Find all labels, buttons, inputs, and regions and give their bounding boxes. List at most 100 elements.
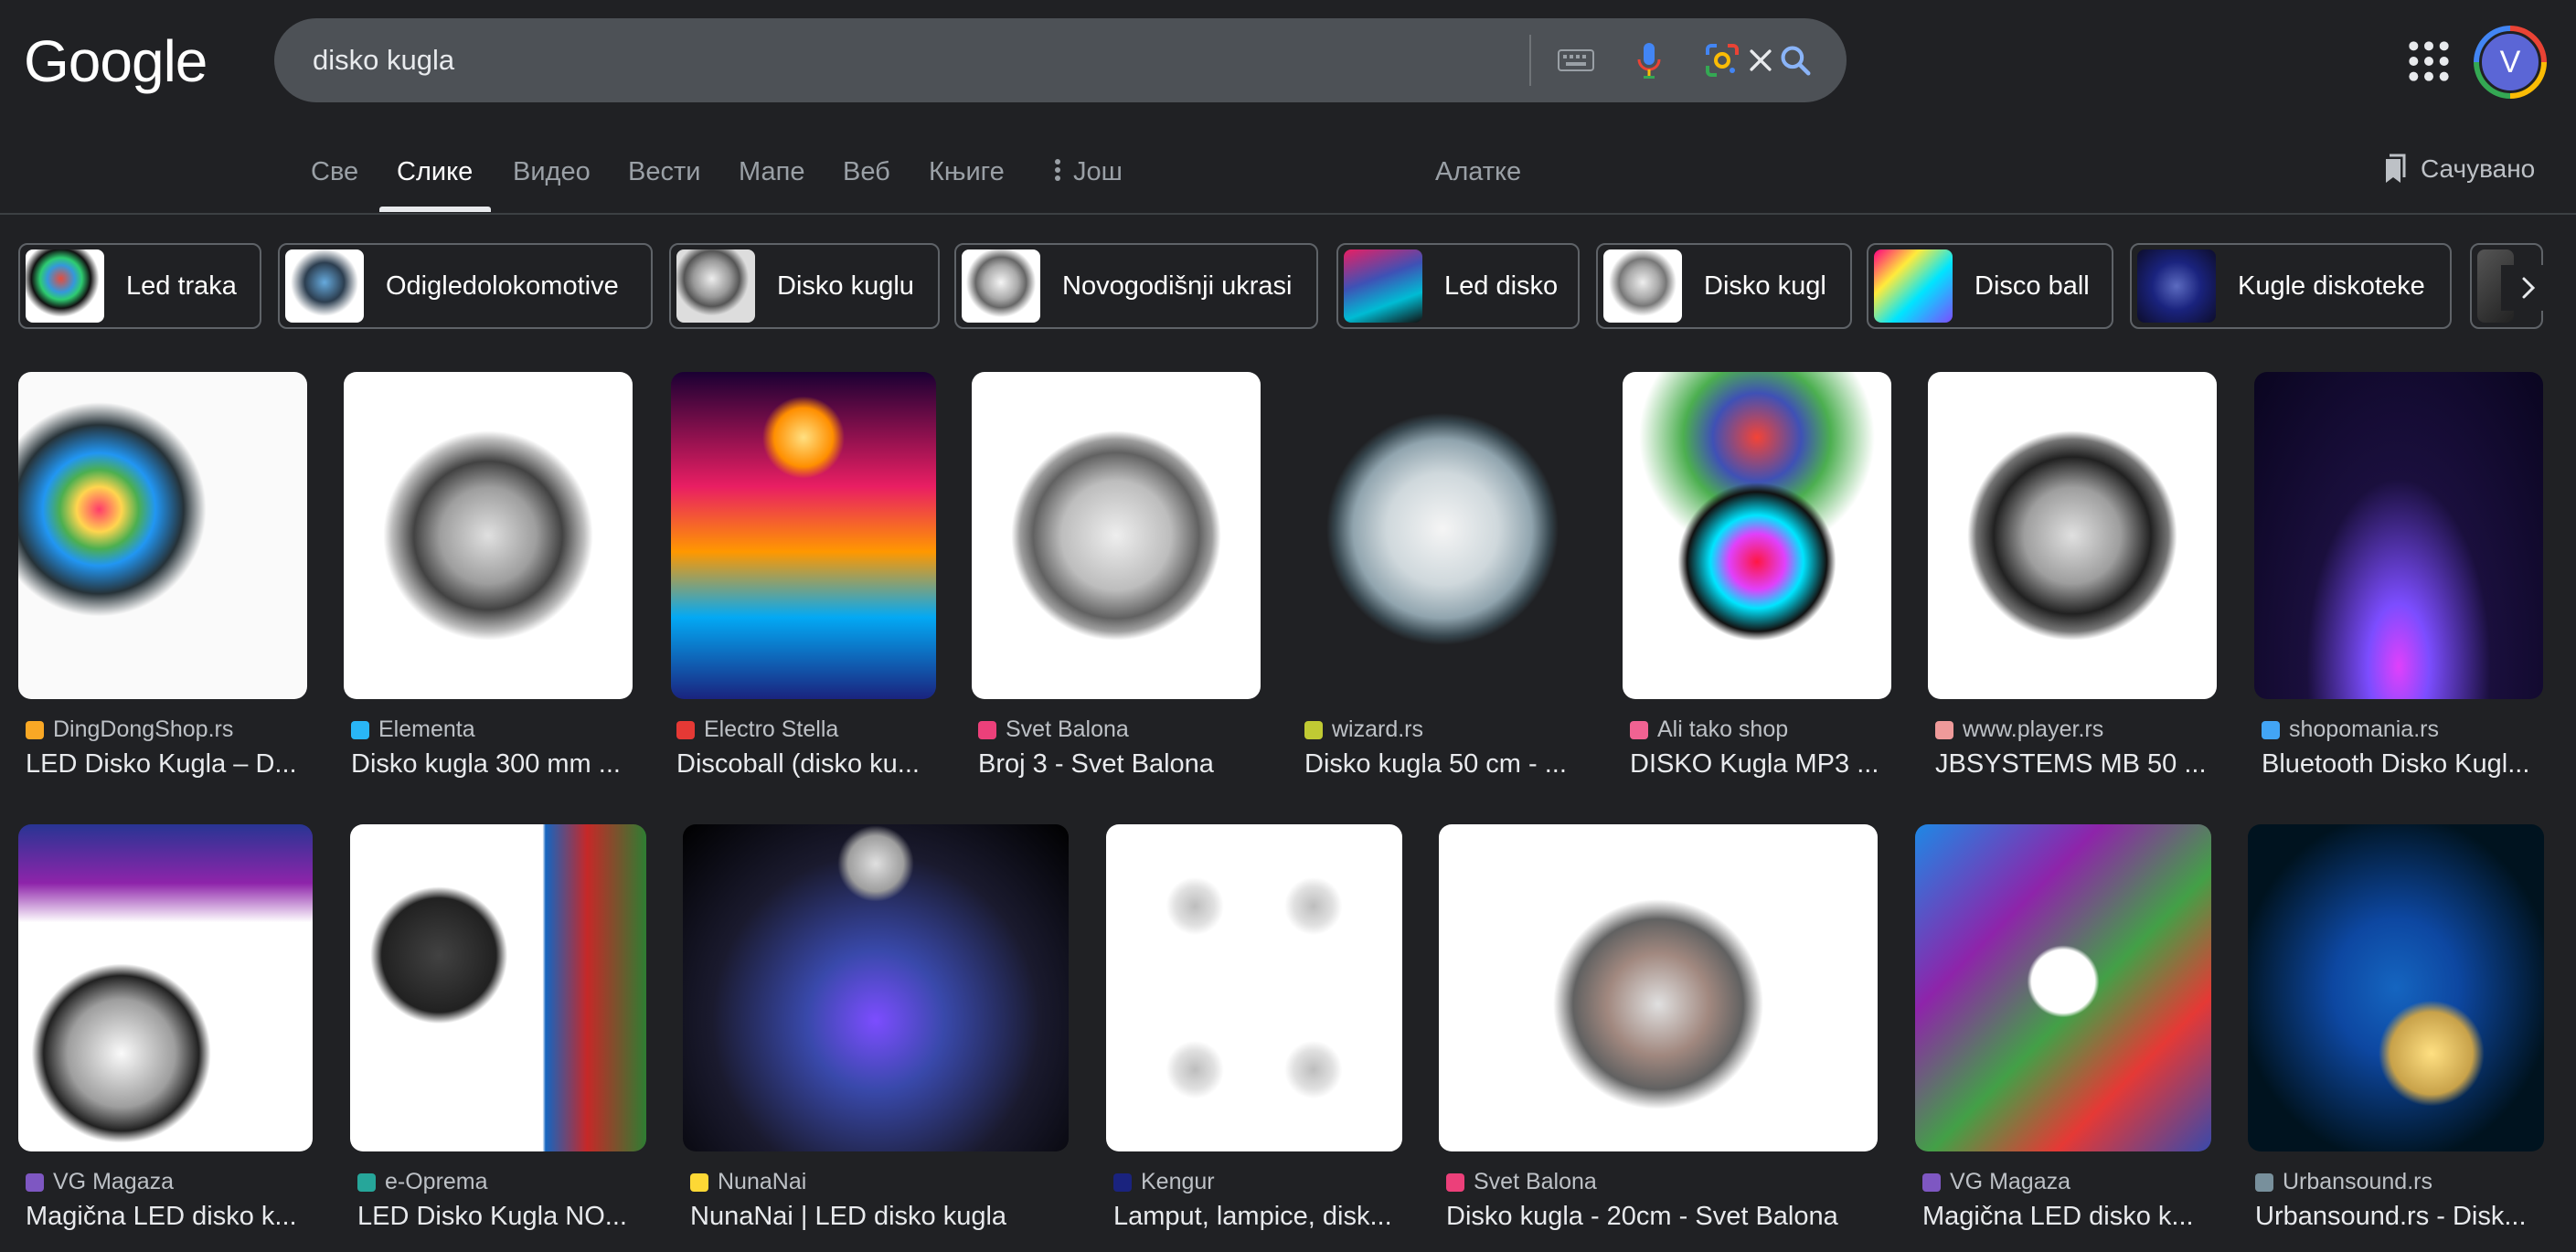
result-image[interactable]	[671, 372, 936, 699]
tab-books[interactable]: Књиге	[929, 157, 1005, 187]
google-logo[interactable]: Google	[24, 27, 208, 95]
result-title[interactable]: Magična LED disko k...	[26, 1202, 297, 1232]
related-chip[interactable]: Led disko	[1336, 243, 1580, 329]
tab-more[interactable]: Још	[1053, 157, 1123, 187]
result-image[interactable]	[18, 372, 307, 699]
result-image[interactable]	[2254, 372, 2543, 699]
result-title[interactable]: JBSYSTEMS MB 50 ...	[1935, 749, 2207, 780]
result-source[interactable]: VG Magaza	[1922, 1169, 2070, 1195]
result-source[interactable]: wizard.rs	[1304, 716, 1423, 743]
result-source[interactable]: shopomania.rs	[2262, 716, 2439, 743]
result-title[interactable]: Discoball (disko ku...	[676, 749, 920, 780]
result-source-label: shopomania.rs	[2289, 716, 2439, 742]
result-source[interactable]: Electro Stella	[676, 716, 838, 743]
result-source-label: Svet Balona	[1006, 716, 1129, 742]
result-image[interactable]	[350, 824, 646, 1151]
related-chip[interactable]: Odigledolokomotive	[278, 243, 653, 329]
result-source[interactable]: www.player.rs	[1935, 716, 2103, 743]
result-source-label: e-Oprema	[385, 1169, 488, 1194]
result-title[interactable]: LED Disko Kugla NO...	[357, 1202, 627, 1232]
chip-thumbnail	[26, 249, 104, 323]
result-source-label: NunaNai	[718, 1169, 807, 1194]
result-title[interactable]: Disko kugla 50 cm - ...	[1304, 749, 1567, 780]
result-title[interactable]: DISKO Kugla MP3 ...	[1630, 749, 1879, 780]
tab-news[interactable]: Вести	[628, 157, 700, 187]
related-chip[interactable]: Kugle diskoteke	[2130, 243, 2452, 329]
result-title[interactable]: Magična LED disko k...	[1922, 1202, 2194, 1232]
result-image[interactable]	[1439, 824, 1878, 1151]
microphone-icon[interactable]	[1625, 37, 1673, 84]
related-chip[interactable]: Disko kuglu	[669, 243, 940, 329]
search-box[interactable]	[274, 18, 1847, 102]
result-title[interactable]: NunaNai | LED disko kugla	[690, 1202, 1006, 1232]
favicon	[1630, 720, 1648, 739]
result-source-label: VG Magaza	[53, 1169, 175, 1194]
result-source[interactable]: Urbansound.rs	[2255, 1169, 2432, 1195]
result-source[interactable]: Svet Balona	[978, 716, 1129, 743]
search-input[interactable]	[313, 18, 1410, 102]
result-image[interactable]	[1298, 372, 1587, 699]
result-title[interactable]: Disko kugla - 20cm - Svet Balona	[1446, 1202, 1838, 1232]
result-source[interactable]: Ali tako shop	[1630, 716, 1788, 743]
avatar[interactable]: V	[2479, 31, 2541, 93]
result-image[interactable]	[1928, 372, 2217, 699]
tab-more-label: Још	[1073, 157, 1123, 186]
favicon	[690, 1172, 708, 1192]
chip-thumbnail	[962, 249, 1040, 323]
chip-thumbnail	[1874, 249, 1953, 323]
result-image[interactable]	[683, 824, 1069, 1151]
result-source[interactable]: VG Magaza	[26, 1169, 174, 1195]
saved-button[interactable]: Сачувано	[2380, 154, 2535, 185]
result-image[interactable]	[18, 824, 313, 1151]
result-source[interactable]: DingDongShop.rs	[26, 716, 233, 743]
result-source[interactable]: Svet Balona	[1446, 1169, 1597, 1195]
result-source[interactable]: e-Oprema	[357, 1169, 488, 1195]
tools-button[interactable]: Алатке	[1435, 157, 1521, 187]
bookmark-icon	[2386, 154, 2406, 183]
result-source-label: Electro Stella	[704, 716, 839, 742]
result-image[interactable]	[344, 372, 633, 699]
chip-label: Led disko	[1444, 271, 1559, 301]
chip-label: Novogodišnji ukrasi	[1062, 271, 1293, 301]
search-icon[interactable]	[1772, 37, 1819, 84]
result-image[interactable]	[2248, 824, 2544, 1151]
chevron-right-icon[interactable]	[2501, 265, 2556, 311]
result-title[interactable]: Urbansound.rs - Disk...	[2255, 1202, 2527, 1232]
favicon	[676, 720, 695, 739]
chip-label: Disko kuglu	[777, 271, 914, 301]
result-source-label: Kengur	[1141, 1169, 1215, 1194]
result-title[interactable]: Lamput, lampice, disk...	[1113, 1202, 1392, 1232]
search-divider	[1529, 35, 1531, 86]
favicon	[1113, 1172, 1132, 1192]
google-lens-icon[interactable]	[1698, 37, 1746, 84]
related-chip[interactable]: Led traka	[18, 243, 261, 329]
tab-all[interactable]: Све	[311, 157, 358, 187]
chip-thumbnail	[1603, 249, 1682, 323]
keyboard-icon[interactable]	[1552, 37, 1600, 84]
favicon	[1935, 720, 1953, 739]
result-image[interactable]	[1106, 824, 1402, 1151]
favicon	[26, 720, 44, 739]
favicon	[26, 1172, 44, 1192]
favicon	[351, 720, 369, 739]
result-image[interactable]	[972, 372, 1261, 699]
tab-images[interactable]: Слике	[397, 157, 473, 187]
result-source[interactable]: Elementa	[351, 716, 475, 743]
result-title[interactable]: Broj 3 - Svet Balona	[978, 749, 1214, 780]
result-image[interactable]	[1623, 372, 1891, 699]
apps-grid-icon[interactable]	[2406, 38, 2452, 84]
favicon	[978, 720, 996, 739]
tab-web[interactable]: Веб	[843, 157, 890, 187]
result-source[interactable]: NunaNai	[690, 1169, 806, 1195]
related-chip[interactable]: Disko kugl	[1596, 243, 1852, 329]
tab-videos[interactable]: Видео	[513, 157, 591, 187]
favicon	[1304, 720, 1323, 739]
related-chip[interactable]: Disco ball	[1867, 243, 2113, 329]
result-title[interactable]: LED Disko Kugla – D...	[26, 749, 297, 780]
tab-maps[interactable]: Мапе	[739, 157, 804, 187]
related-chip[interactable]: Novogodišnji ukrasi	[954, 243, 1318, 329]
result-title[interactable]: Disko kugla 300 mm ...	[351, 749, 621, 780]
result-title[interactable]: Bluetooth Disko Kugl...	[2262, 749, 2529, 780]
result-source[interactable]: Kengur	[1113, 1169, 1215, 1195]
result-image[interactable]	[1915, 824, 2211, 1151]
